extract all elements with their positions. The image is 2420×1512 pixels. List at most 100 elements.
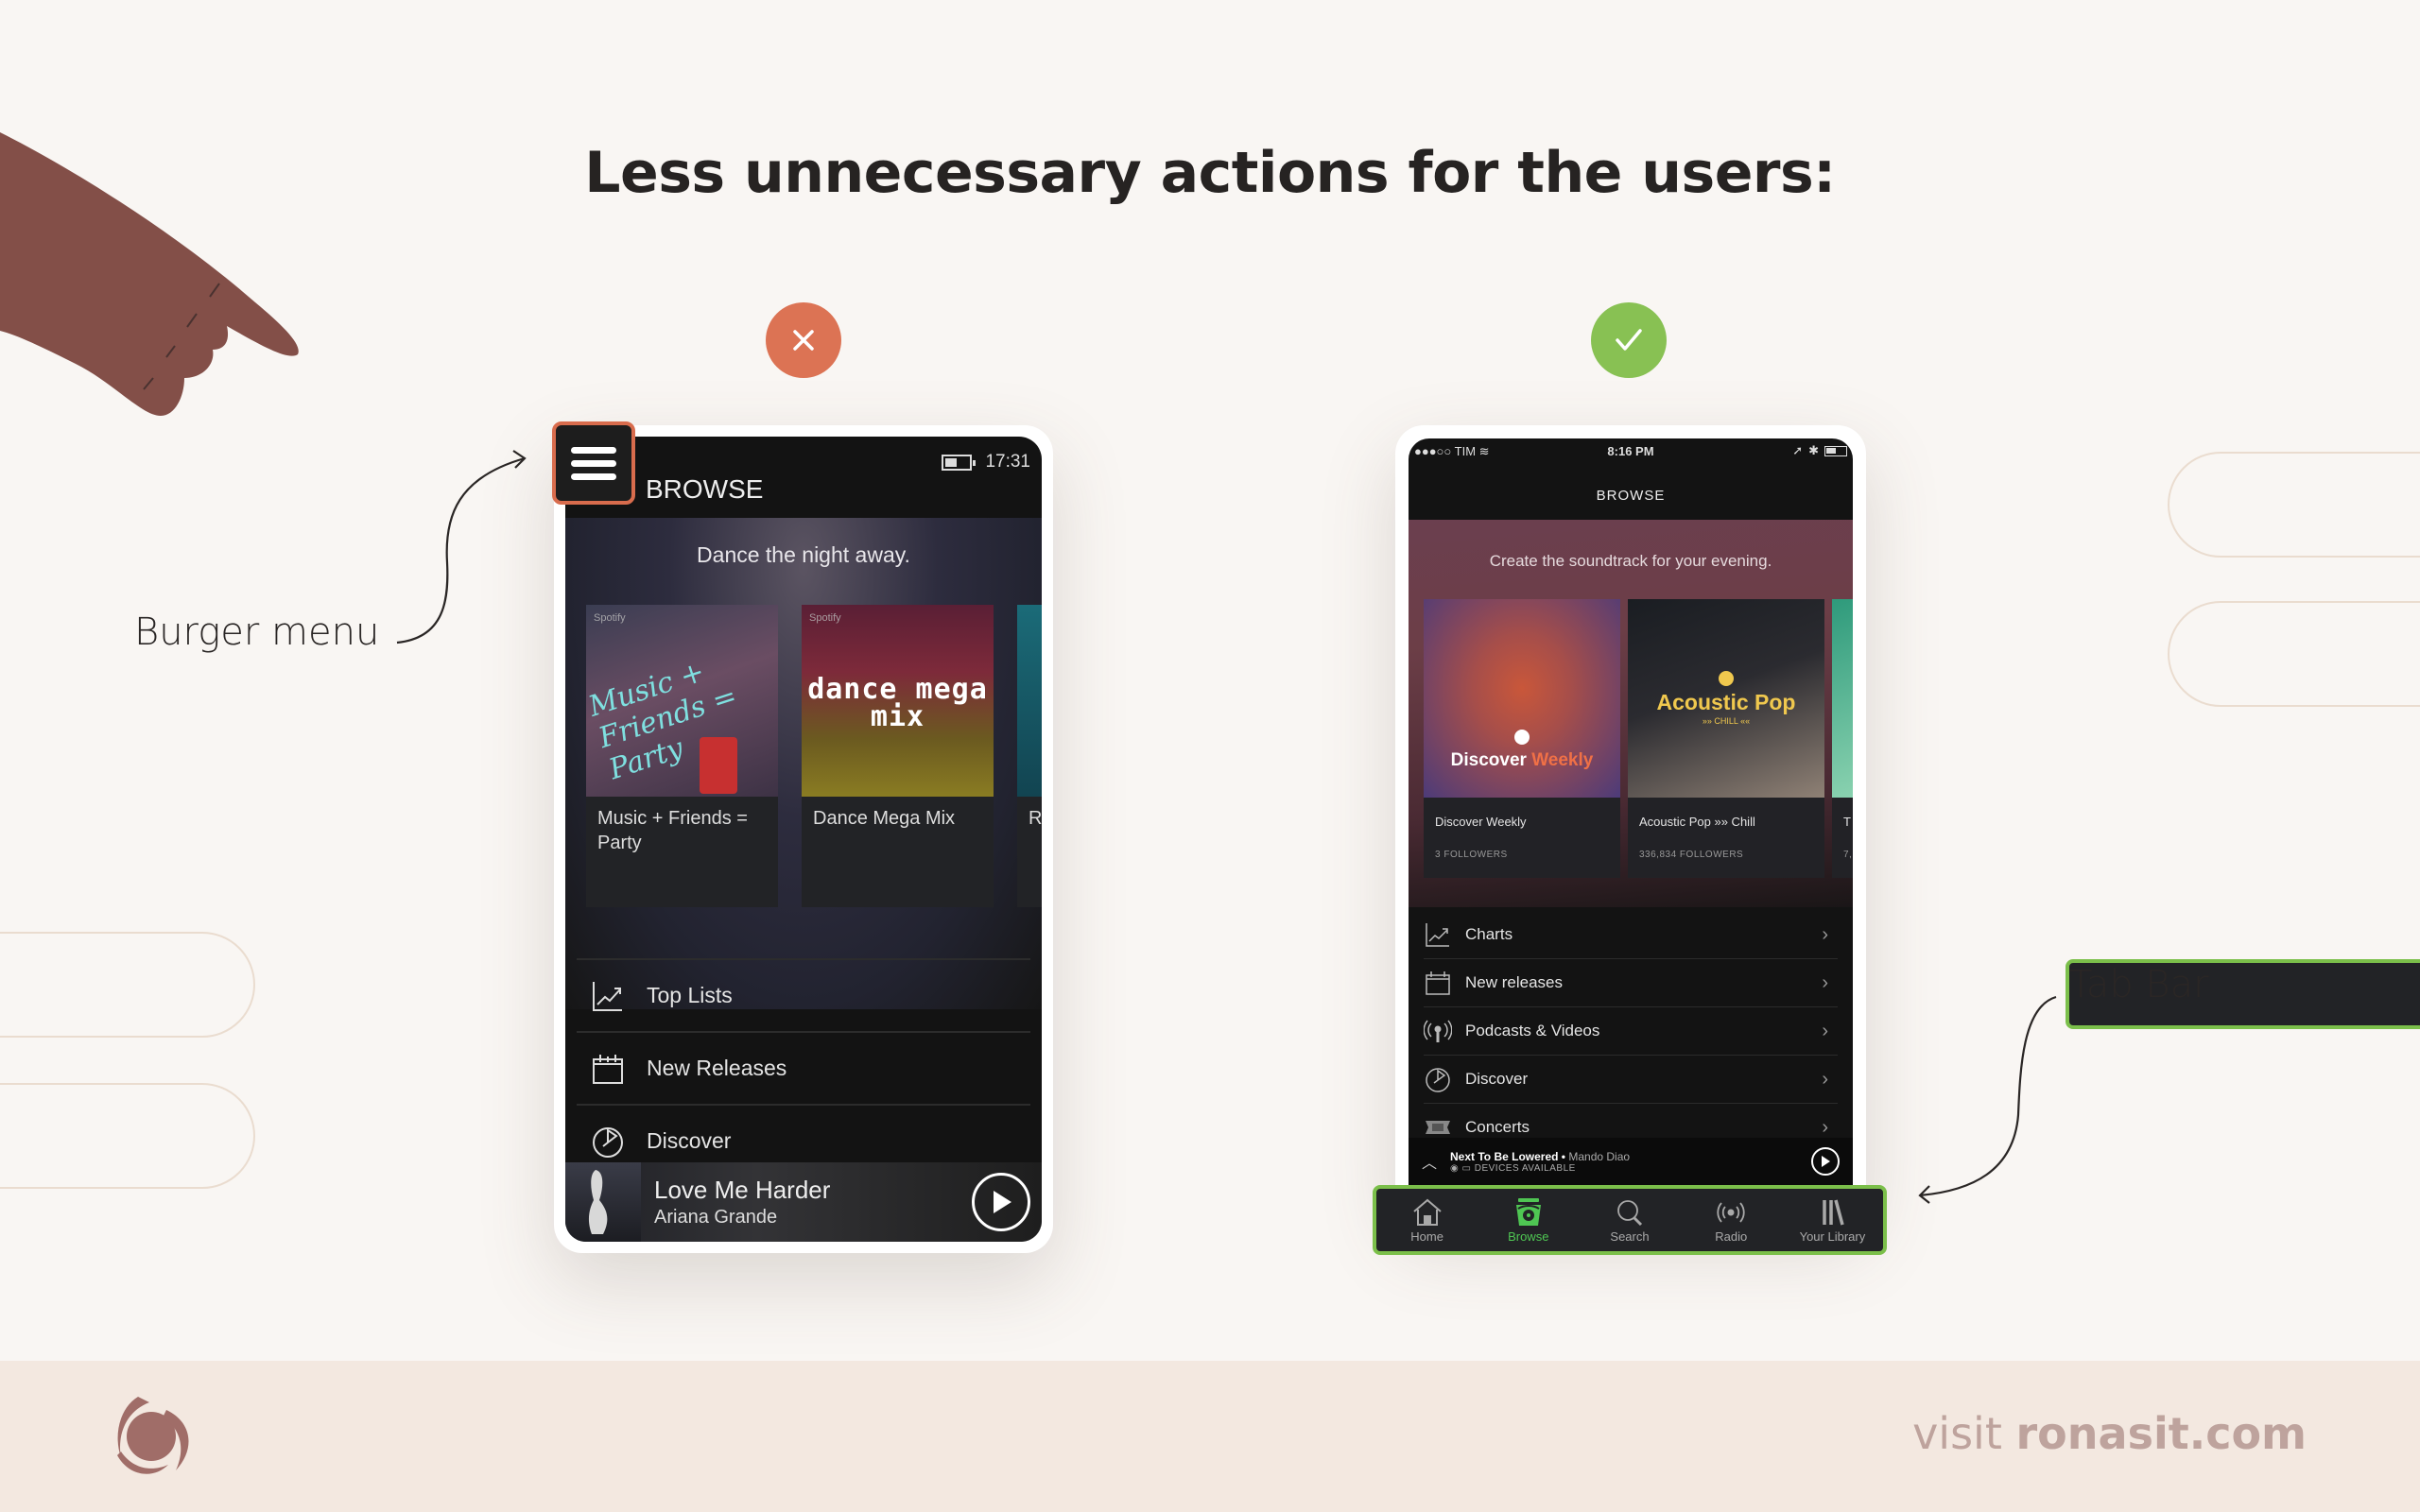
phone-screen: 17:31 BROWSE Dance the night away. Spoti…: [565, 437, 1042, 1242]
spotify-logo-icon: [1514, 730, 1530, 745]
burger-menu-button[interactable]: [552, 421, 635, 505]
playlist-card[interactable]: Discover Weekly Discover Weekly 3 FOLLOW…: [1424, 599, 1620, 878]
calendar-icon: [593, 1054, 623, 1084]
tab-radio[interactable]: Radio: [1681, 1189, 1782, 1251]
playlist-art: [1832, 599, 1853, 798]
play-icon: [994, 1191, 1011, 1213]
header-title: BROWSE: [1596, 488, 1666, 504]
battery-icon: [1824, 445, 1847, 456]
playlist-art: [1017, 605, 1042, 797]
playlist-followers: 3 FOLLOWERS: [1435, 850, 1508, 860]
menu-item-podcasts-videos[interactable]: Podcasts & Videos ›: [1424, 1007, 1838, 1056]
discover-icon: [593, 1126, 623, 1158]
tab-bar: Home Browse Search Radio Your Library: [1373, 1185, 1887, 1255]
phone-screen: ●●●○○ TIM ≋ 8:16 PM ➚ ✱ BROWSE Create th…: [1409, 438, 1853, 1206]
hero-section: Dance the night away. Spotify Music + Fr…: [565, 518, 1042, 1009]
hamburger-icon-bar: [571, 446, 616, 454]
chart-icon: [1426, 923, 1449, 947]
chevron-right-icon: ›: [1822, 1116, 1828, 1138]
tab-your-library[interactable]: Your Library: [1782, 1189, 1883, 1251]
album-thumbnail: [565, 1162, 641, 1242]
play-button[interactable]: [972, 1173, 1030, 1231]
spotify-brand: Spotify: [809, 612, 841, 624]
tab-bar-callout: Tab Bar: [2066, 959, 2420, 1029]
menu-label: Top Lists: [647, 983, 733, 1007]
discover-icon: [1426, 1068, 1450, 1092]
library-icon: [1823, 1199, 1845, 1225]
burger-menu-callout: Burger menu: [134, 610, 380, 654]
menu-item-new-releases[interactable]: New releases ›: [1424, 959, 1838, 1007]
now-playing-bar[interactable]: ︿ Next To Be Lowered • Mando Diao ◉ ▭ DE…: [1409, 1138, 1853, 1185]
song-artist: Ariana Grande: [654, 1207, 778, 1228]
playlist-title: R: [1028, 808, 1042, 829]
playlist-followers: 336,834 FOLLOWERS: [1639, 850, 1744, 860]
playlist-card[interactable]: Spotify Music + Friends = Party Music + …: [586, 605, 778, 907]
song-title: Next To Be Lowered • Mando Diao: [1450, 1149, 1631, 1163]
decorative-pill: [0, 932, 255, 1038]
decorative-pill: [2168, 601, 2420, 707]
burger-arrow-icon: [396, 450, 527, 644]
browse-icon: [1515, 1197, 1541, 1226]
menu-item-top-lists[interactable]: Top Lists: [577, 958, 1030, 1031]
chevron-right-icon: ›: [1822, 971, 1828, 993]
decorative-pill: [0, 1083, 255, 1189]
playlist-title: Discover Weekly: [1435, 815, 1527, 829]
menu-item-discover[interactable]: Discover ›: [1424, 1056, 1838, 1104]
playlist-art: Acoustic Pop »» CHILL ««: [1628, 599, 1824, 798]
playlist-title: Music + Friends = Party: [597, 808, 748, 853]
hero-text: Dance the night away.: [697, 542, 910, 567]
home-icon: [1412, 1198, 1442, 1226]
browse-menu: Top Lists New Releases Discover: [577, 958, 1030, 1177]
chevron-right-icon: ›: [1822, 923, 1828, 945]
playlist-title: T: [1843, 815, 1851, 829]
website-link[interactable]: visit ronasit.com: [1912, 1408, 2307, 1459]
calendar-icon: [1426, 971, 1450, 995]
play-button[interactable]: [1811, 1147, 1840, 1176]
speaker-icon: ◉: [1450, 1162, 1460, 1174]
close-icon: [793, 330, 814, 351]
menu-item-new-releases[interactable]: New Releases: [577, 1031, 1030, 1104]
tab-bar-arrow-icon: [1918, 995, 2057, 1204]
song-title: Love Me Harder: [654, 1176, 831, 1204]
playlist-art: Discover Weekly: [1424, 599, 1620, 798]
hamburger-icon-bar: [571, 472, 616, 480]
playlist-card[interactable]: Spotify dance mega mix Dance Mega Mix: [802, 605, 994, 907]
spotify-logo-icon: [1719, 671, 1734, 686]
playlist-title: Dance Mega Mix: [813, 808, 956, 829]
song-artist: Mando Diao: [1568, 1149, 1631, 1163]
hero-text: Create the soundtrack for your evening.: [1489, 552, 1772, 570]
chart-icon: [593, 981, 622, 1011]
playlist-card[interactable]: Acoustic Pop »» CHILL «« Acoustic Pop »»…: [1628, 599, 1824, 878]
chevron-up-icon[interactable]: ︿: [1409, 1150, 1450, 1173]
status-bar: 17:31: [942, 452, 1030, 472]
menu-label: Discover: [647, 1128, 732, 1153]
playlist-art: Spotify Music + Friends = Party: [586, 605, 778, 797]
browse-menu: Charts › New releases › Podcasts & Video…: [1424, 911, 1838, 1152]
tab-bar-phone-mockup: ●●●○○ TIM ≋ 8:16 PM ➚ ✱ BROWSE Create th…: [1395, 425, 1866, 1219]
status-time: 17:31: [985, 452, 1030, 472]
battery-icon: [942, 454, 977, 471]
devices-available: ◉ ▭ DEVICES AVAILABLE: [1450, 1162, 1576, 1174]
decorative-pill: [2168, 452, 2420, 558]
cast-icon: ▭: [1461, 1162, 1472, 1174]
playlist-card[interactable]: T 7,: [1832, 599, 1853, 878]
good-example-badge: [1591, 302, 1667, 378]
radio-icon: [1717, 1201, 1745, 1223]
tab-browse[interactable]: Browse: [1478, 1189, 1579, 1251]
menu-item-charts[interactable]: Charts ›: [1424, 911, 1838, 959]
playlist-followers: 7,: [1843, 850, 1853, 860]
playlist-card[interactable]: R: [1017, 605, 1042, 907]
tab-home[interactable]: Home: [1376, 1189, 1478, 1251]
tab-search[interactable]: Search: [1579, 1189, 1680, 1251]
footer: visit ronasit.com: [0, 1361, 2420, 1512]
bad-example-badge: [766, 302, 841, 378]
search-icon: [1617, 1199, 1643, 1226]
now-playing-bar[interactable]: Love Me Harder Ariana Grande: [565, 1162, 1042, 1242]
chevron-right-icon: ›: [1822, 1020, 1828, 1041]
chevron-right-icon: ›: [1822, 1068, 1828, 1090]
burger-menu-phone-mockup: 17:31 BROWSE Dance the night away. Spoti…: [554, 425, 1053, 1253]
ronasit-logo-icon: [117, 1397, 189, 1474]
location-icon: ➚: [1792, 443, 1804, 457]
page-title: Less unnecessary actions for the users:: [584, 140, 1836, 206]
play-icon: [1822, 1156, 1830, 1167]
